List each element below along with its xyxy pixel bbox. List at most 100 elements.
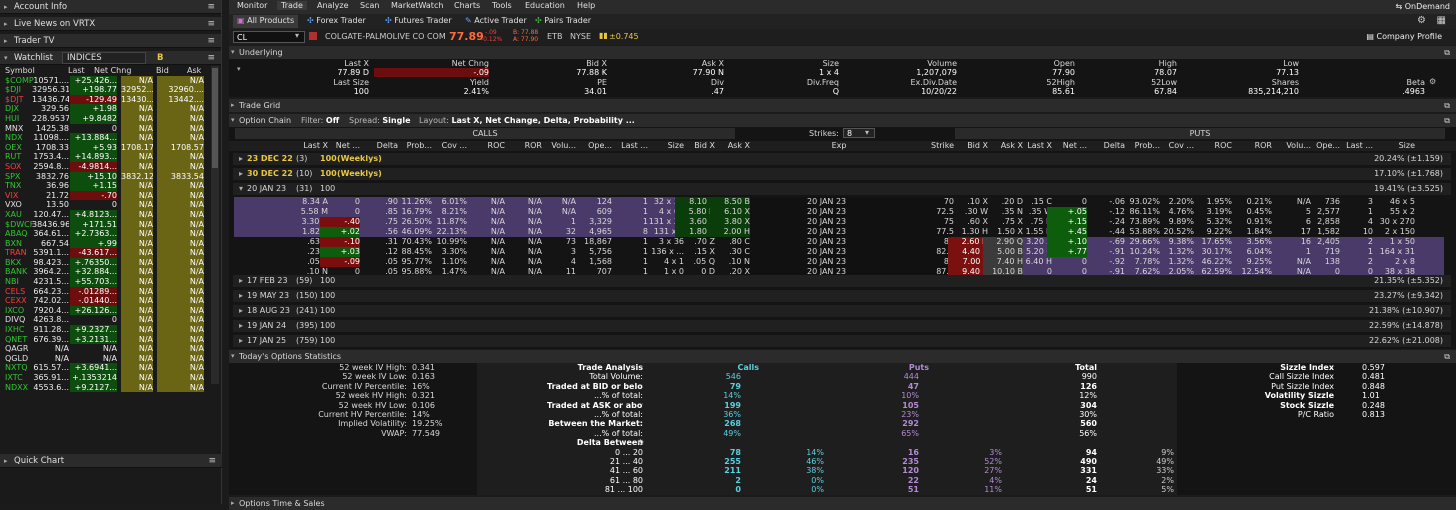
spread-control[interactable]: Spread: Single — [349, 114, 411, 127]
collapse-arrow-icon[interactable]: ▾ — [239, 183, 243, 195]
put-col-header[interactable]: Net ... — [1047, 141, 1087, 151]
watchlist-row[interactable]: QAGR N/A N/A N/A N/A — [4, 344, 208, 354]
subtab-pairs-trader[interactable]: ✣ Pairs Trader — [531, 15, 595, 28]
expand-arrow-icon[interactable]: ▸ — [4, 34, 8, 48]
watchlist-selector[interactable]: INDICES — [62, 52, 146, 64]
put-col-header[interactable]: Last ... — [1333, 141, 1373, 151]
symbol-dropdown-icon[interactable]: ▾ — [295, 31, 299, 40]
watchlist-row[interactable]: VIX 21.72 -.70 N/A N/A — [4, 190, 208, 201]
watchlist-row[interactable]: TNX 36.96 +1.15 N/A N/A — [4, 181, 208, 191]
menu-icon[interactable]: ≡ — [207, 0, 215, 14]
option-chain-row[interactable]: 5.58 M 0.85 16.79% 8.21% N/A N/A N/A 609 1 4 x 62… — [229, 207, 1456, 217]
watchlist-row[interactable]: BANK 3964.2... +32.884... N/A N/A — [4, 267, 208, 278]
col-net-chng[interactable]: Net Chng — [94, 66, 131, 76]
col-ask[interactable]: Ask — [187, 66, 201, 76]
watchlist-row[interactable]: VXO 13.50 0 N/A N/A — [4, 200, 208, 210]
popout-icon[interactable]: ⧉ — [1444, 46, 1450, 59]
subtab-all-products[interactable]: ▣ All Products — [233, 15, 299, 28]
expand-arrow-icon[interactable]: ▸ — [239, 153, 243, 165]
watchlist-row[interactable]: QNET 676.39... +3.2131... N/A N/A — [4, 334, 208, 345]
menu-tools[interactable]: Tools — [488, 1, 516, 10]
watchlist-row[interactable]: $COMP 10571.... +25.426... N/A N/A — [4, 75, 208, 86]
settings-gear-icon[interactable]: ⚙ — [1417, 15, 1426, 26]
watchlist-row[interactable]: NDXX 4553.6... +9.2127... N/A N/A — [4, 382, 208, 393]
expand-arrow-icon[interactable]: ▸ — [239, 335, 243, 347]
watchlist-row[interactable]: CELS 664.23... -.01289... N/A N/A — [4, 286, 208, 297]
option-chain-row[interactable]: .63 B -.10.31 70.43% 10.99% N/A N/A 73 18,867 1 3… — [229, 237, 1456, 247]
collapse-arrow-icon[interactable]: ▾ — [237, 65, 241, 73]
expand-arrow-icon[interactable]: ▸ — [231, 99, 235, 112]
menu-scan[interactable]: Scan — [356, 1, 383, 10]
watchlist-row[interactable]: TRAN 5391.1... -43.617... N/A N/A — [4, 248, 208, 258]
watchlist-row[interactable]: BXN 667.54 +.99 N/A N/A — [4, 238, 208, 249]
expiration-series-row[interactable]: ▸ 19 JAN 24 (395) 100 22.59% (±14.878) — [233, 320, 1451, 332]
collapse-arrow-icon[interactable]: ▾ — [231, 114, 235, 127]
watchlist-row[interactable]: IXTC 365.91... +.1353214 N/A N/A — [4, 373, 208, 383]
delta-info-icon[interactable]: ⚙ — [637, 438, 644, 447]
menu-icon[interactable]: ≡ — [207, 17, 215, 31]
call-col-header[interactable]: Cov ... — [427, 141, 467, 151]
live-news-header[interactable]: ▸ Live News on VRTX ≡ — [0, 17, 221, 31]
expiration-series-row[interactable]: ▸ 23 DEC 22 (3) 100 (Weeklys) 20.24% (±1.159) — [233, 153, 1451, 165]
watchlist-scrollbar[interactable] — [211, 66, 219, 384]
menu-trade[interactable]: Trade — [277, 1, 307, 10]
watchlist-row[interactable]: MNX 1425.38 0 N/A N/A — [4, 123, 208, 134]
watchlist-row[interactable]: SOX 2594.8... -4.9814... N/A N/A — [4, 161, 208, 172]
menu-education[interactable]: Education — [521, 1, 569, 10]
call-col-header[interactable]: Last ... — [608, 141, 648, 151]
call-col-header[interactable]: Volu... — [536, 141, 576, 151]
layout-icon[interactable]: ▦ — [1437, 15, 1446, 26]
trade-grid-header[interactable]: ▸ Trade Grid ⧉ — [229, 99, 1456, 112]
call-col-header[interactable]: Prob... — [392, 141, 432, 151]
ondemand-button[interactable]: ⇆ OnDemand — [1395, 2, 1450, 11]
watchlist-row[interactable]: CEXX 742.02... -.01440... N/A N/A — [4, 296, 208, 306]
strikes-dropdown-icon[interactable]: ▾ — [865, 128, 869, 137]
watchlist-row[interactable]: $DWCF 38436.96 +171.51 N/A N/A — [4, 219, 208, 230]
col-last[interactable]: Last — [68, 66, 85, 76]
watchlist-header[interactable]: ▾ Watchlist INDICES B ≡ — [0, 51, 221, 65]
menu-icon[interactable]: ≡ — [207, 34, 215, 48]
trader-tv-header[interactable]: ▸ Trader TV ≡ — [0, 34, 221, 48]
watchlist-row[interactable]: QGLD N/A N/A N/A N/A — [4, 353, 208, 364]
col-bid[interactable]: Bid — [156, 66, 169, 76]
collapse-arrow-icon[interactable]: ▾ — [4, 51, 8, 65]
option-chain-row[interactable]: .23 X +.03.12 88.45% 3.30% N/A N/A 3 5,756 1 136 … — [229, 247, 1456, 257]
option-chain-row[interactable]: 8.34 A 0.90 11.26% 6.01% N/A N/A N/A 124 1 32 x 3… — [229, 197, 1456, 207]
expand-arrow-icon[interactable]: ▸ — [4, 454, 8, 468]
menu-monitor[interactable]: Monitor — [233, 1, 271, 10]
watchlist-row[interactable]: DIVQ 4263.8... 0 N/A N/A — [4, 315, 208, 326]
underlying-header[interactable]: ▾ Underlying ⧉ — [229, 46, 1456, 59]
watchlist-row[interactable]: $DJT13436.74-129.4913430....13442.... — [4, 94, 208, 105]
expiration-series-row[interactable]: ▸ 17 FEB 23 (59) 100 21.35% (±5.352) — [233, 275, 1451, 287]
filter-control[interactable]: Filter: Off — [301, 114, 339, 127]
menu-icon[interactable]: ≡ — [208, 454, 216, 468]
watchlist-row[interactable]: NBI 4231.5... +55.703... N/A N/A — [4, 277, 208, 287]
expand-arrow-icon[interactable]: ▸ — [239, 320, 243, 332]
collapse-arrow-icon[interactable]: ▾ — [231, 46, 235, 59]
menu-help[interactable]: Help — [573, 1, 599, 10]
expiration-series-row[interactable]: ▸ 18 AUG 23 (241) 100 21.38% (±10.907) — [233, 305, 1451, 317]
call-col-header[interactable]: Bid X — [675, 141, 715, 151]
call-col-header[interactable]: ROC — [465, 141, 505, 151]
quick-chart-header[interactable]: ▸ Quick Chart ≡ — [0, 454, 222, 468]
collapse-arrow-icon[interactable]: ▾ — [231, 350, 235, 363]
expand-arrow-icon[interactable]: ▸ — [239, 275, 243, 287]
watchlist-row[interactable]: IXCO 7920.4... +26.126... N/A N/A — [4, 305, 208, 316]
symbol-link-icon[interactable] — [309, 32, 317, 40]
popout-icon[interactable]: ⧉ — [1444, 350, 1450, 363]
exp-col-header[interactable]: Exp — [789, 141, 889, 151]
expand-arrow-icon[interactable]: ▸ — [4, 17, 8, 31]
watchlist-row[interactable]: $DJI32956.31+198.7732952....32960.... — [4, 85, 208, 95]
watchlist-row[interactable]: ABAQ 364.61... +2.7363... N/A N/A — [4, 229, 208, 239]
option-chain-row[interactable]: 1.82 Z +.02.56 46.09% 22.13% N/A N/A 32 4,965 8 1… — [229, 227, 1456, 237]
watchlist-row[interactable]: XAU 120.47... +4.8123... N/A N/A — [4, 209, 208, 220]
subtab-forex-trader[interactable]: ✣ Forex Trader — [303, 15, 370, 28]
option-chain-row[interactable]: 3.30 D -.40.75 26.50% 11.87% N/A N/A 1 3,329 1 13… — [229, 217, 1456, 227]
expiration-series-row[interactable]: ▾ 20 JAN 23 (31) 100 19.41% (±3.525) — [233, 183, 1451, 195]
expiration-series-row[interactable]: ▸ 17 JAN 25 (759) 100 22.62% (±21.008) — [233, 335, 1451, 347]
put-col-header[interactable]: ROC — [1192, 141, 1232, 151]
menu-charts[interactable]: Charts — [450, 1, 484, 10]
option-chain-header[interactable]: ▾ Option Chain Filter: Off Spread: Singl… — [229, 114, 1456, 127]
put-col-header[interactable]: Delta — [1085, 141, 1125, 151]
watchlist-row[interactable]: DJX 329.56 +1.98 N/A N/A — [4, 104, 208, 114]
